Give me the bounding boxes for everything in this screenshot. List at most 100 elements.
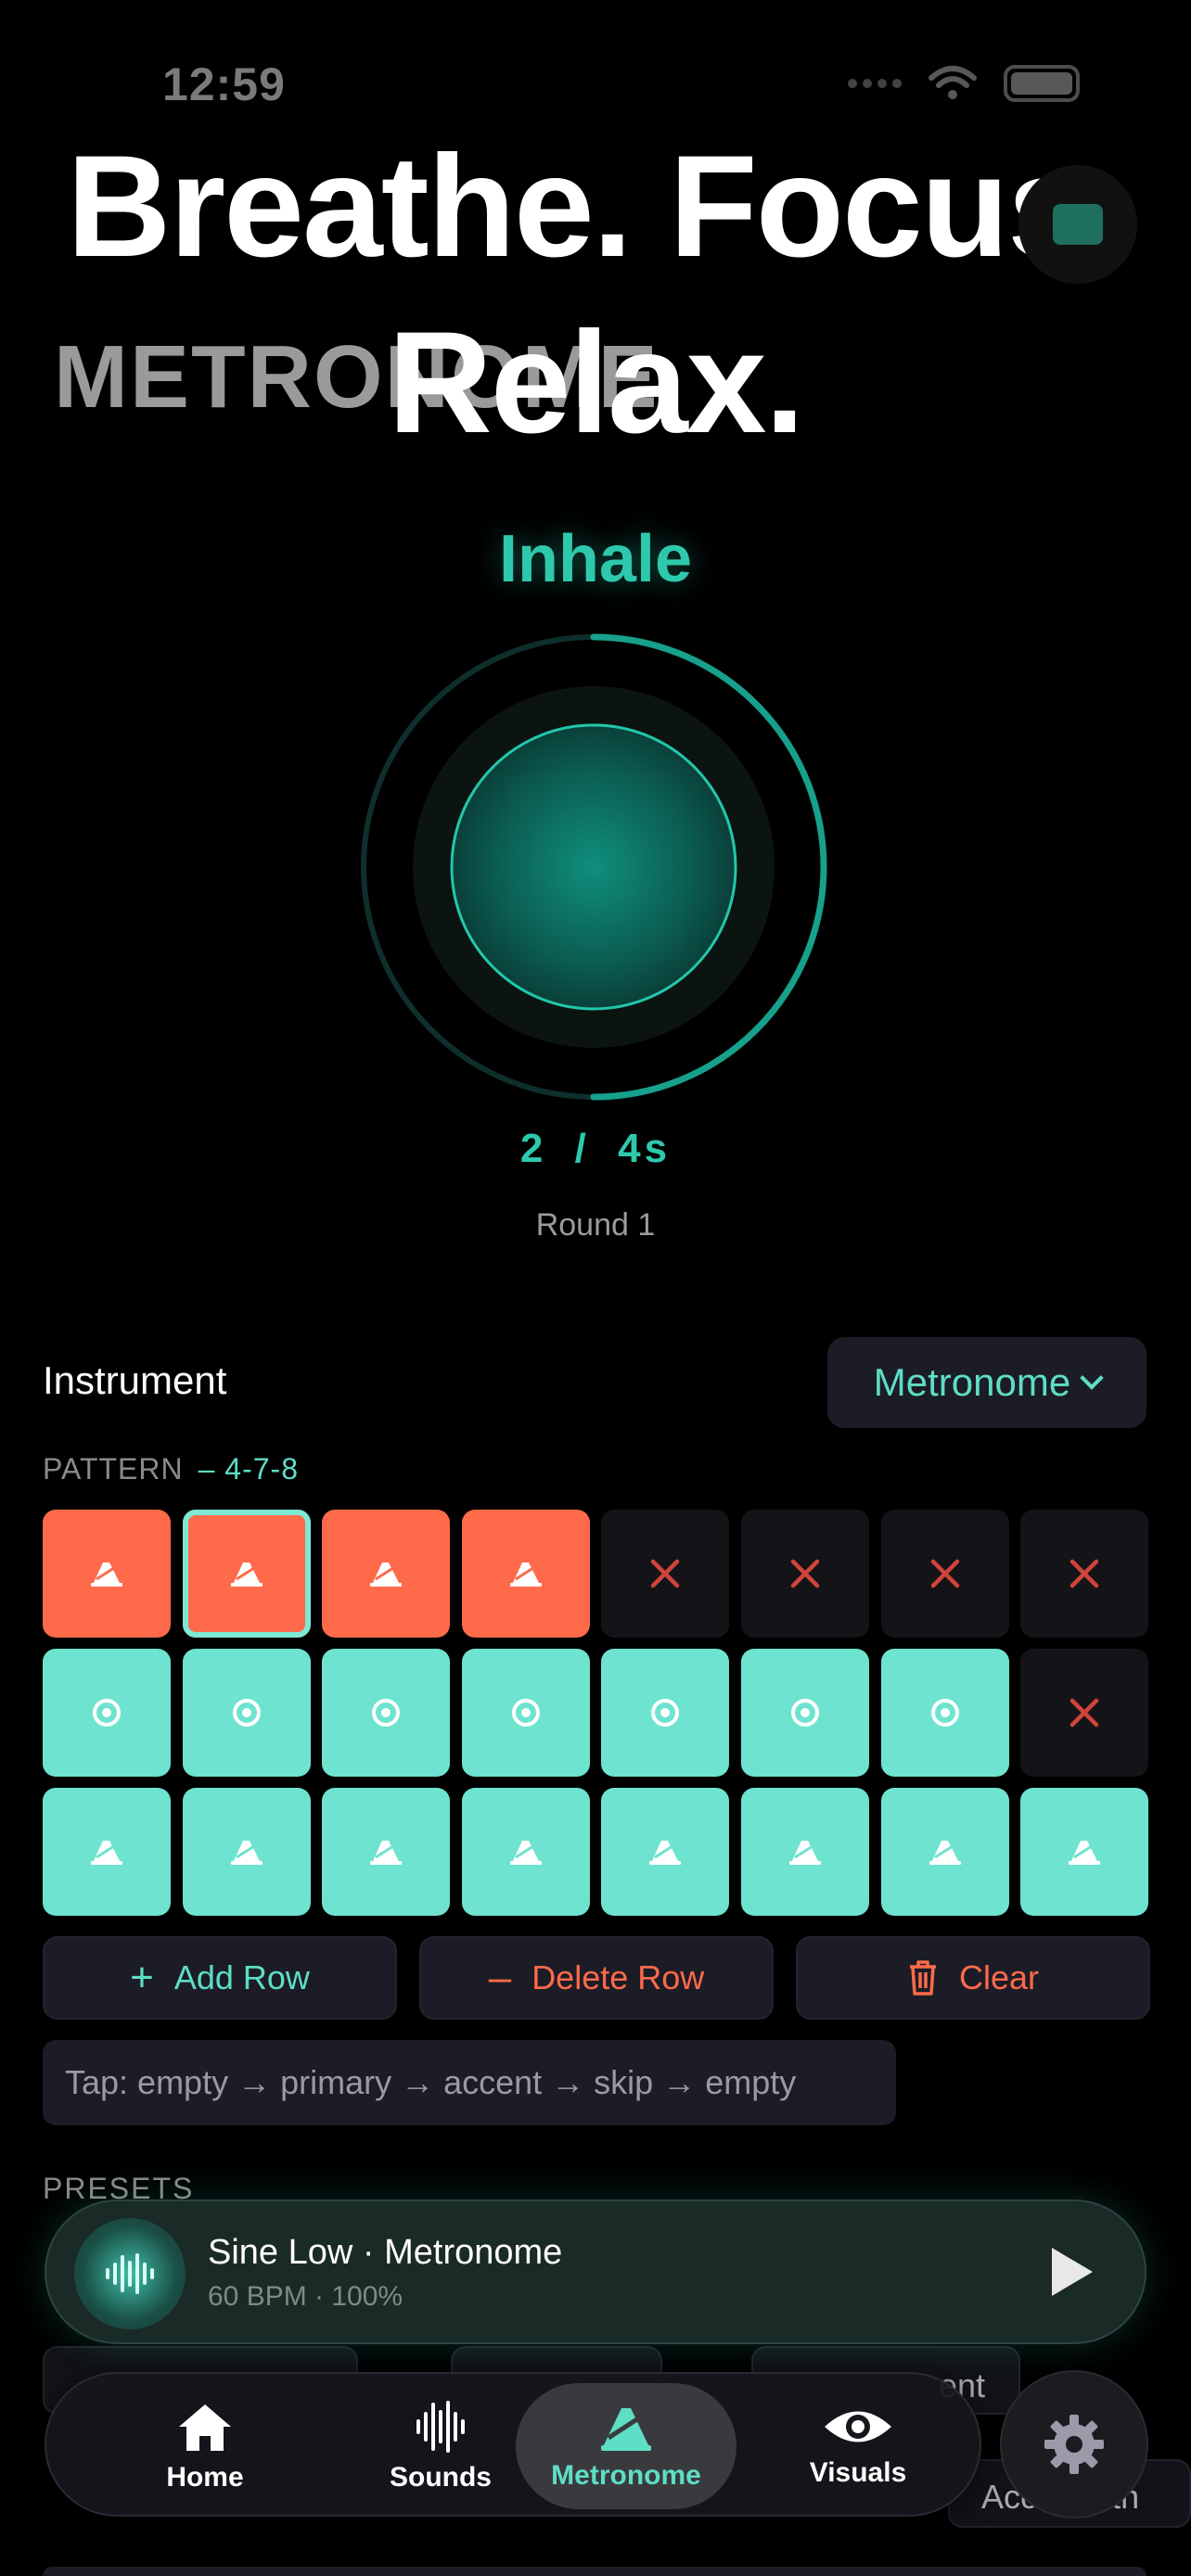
metronome-icon bbox=[368, 1559, 403, 1588]
pattern-cell[interactable] bbox=[43, 1788, 171, 1916]
close-icon bbox=[649, 1558, 681, 1589]
delete-row-button[interactable]: – Delete Row bbox=[419, 1936, 774, 2020]
tab-visuals[interactable]: Visuals bbox=[751, 2374, 965, 2519]
pattern-cell[interactable] bbox=[1020, 1788, 1149, 1916]
tab-visuals-label: Visuals bbox=[809, 2457, 907, 2488]
pattern-cell[interactable] bbox=[1020, 1649, 1149, 1777]
pattern-cell[interactable] bbox=[740, 1649, 869, 1777]
pattern-cell[interactable] bbox=[601, 1649, 730, 1777]
add-row-label: Add Row bbox=[173, 1958, 310, 1996]
minus-icon: – bbox=[488, 1955, 512, 2000]
pattern-hint: Tap: empty → primary → accent → skip → e… bbox=[43, 2040, 896, 2125]
target-icon bbox=[648, 1696, 682, 1729]
chevron-down-icon bbox=[1080, 1366, 1104, 1390]
metronome-icon bbox=[89, 1837, 124, 1867]
timer-duration: 4s bbox=[618, 1126, 672, 1171]
pattern-label-text: PATTERN bbox=[43, 1452, 184, 1486]
tab-metronome[interactable]: Metronome bbox=[516, 2383, 736, 2509]
instrument-select[interactable]: Metronome bbox=[827, 1337, 1146, 1428]
delete-row-label: Delete Row bbox=[531, 1958, 705, 1996]
pattern-cell[interactable] bbox=[182, 1649, 311, 1777]
now-playing-bar[interactable]: Sine Low · Metronome 60 BPM · 100% bbox=[45, 2200, 1146, 2344]
waveform-icon bbox=[416, 2401, 465, 2453]
pattern-cell[interactable] bbox=[1020, 1510, 1149, 1638]
metronome-icon bbox=[788, 1837, 823, 1867]
pattern-cell[interactable] bbox=[43, 1649, 171, 1777]
pattern-cell[interactable] bbox=[182, 1510, 311, 1638]
pattern-grid bbox=[43, 1510, 1149, 1916]
metronome-icon bbox=[368, 1837, 403, 1867]
breath-phase: Inhale bbox=[498, 522, 693, 596]
pattern-cell[interactable] bbox=[740, 1788, 869, 1916]
timer-elapsed: 2 bbox=[519, 1126, 547, 1171]
breath-timer: 2 / 4s bbox=[0, 1126, 1191, 1172]
settings-button[interactable] bbox=[1000, 2370, 1148, 2519]
pattern-cell[interactable] bbox=[461, 1649, 590, 1777]
breath-orb bbox=[450, 723, 737, 1011]
metronome-icon bbox=[229, 1559, 264, 1588]
target-icon bbox=[788, 1696, 822, 1729]
gear-icon bbox=[1044, 2415, 1104, 2474]
metronome-icon bbox=[508, 1837, 544, 1867]
pattern-cell[interactable] bbox=[182, 1788, 311, 1916]
tab-home[interactable]: Home bbox=[98, 2374, 312, 2519]
clear-button[interactable]: Clear bbox=[796, 1936, 1150, 2020]
tab-metronome-label: Metronome bbox=[551, 2460, 701, 2491]
pattern-cell[interactable] bbox=[880, 1788, 1009, 1916]
close-icon bbox=[789, 1558, 821, 1589]
tab-bar: Home Sounds Metronome Visuals bbox=[45, 2372, 981, 2517]
pattern-actions: + Add Row – Delete Row Clear bbox=[43, 1936, 1150, 2020]
metronome-icon bbox=[1067, 1837, 1102, 1867]
camera-button[interactable] bbox=[1018, 165, 1137, 284]
add-row-button[interactable]: + Add Row bbox=[43, 1936, 397, 2020]
tab-sounds-label: Sounds bbox=[390, 2462, 492, 2493]
close-icon bbox=[1069, 1697, 1100, 1728]
pattern-cell[interactable] bbox=[880, 1510, 1009, 1638]
metronome-icon bbox=[601, 2408, 651, 2451]
metronome-icon bbox=[508, 1559, 544, 1588]
eye-icon bbox=[825, 2411, 891, 2442]
pattern-cell[interactable] bbox=[322, 1649, 451, 1777]
now-playing-subtitle: 60 BPM · 100% bbox=[208, 2281, 403, 2312]
status-time: 12:59 bbox=[162, 58, 286, 110]
hero-line-1: Breathe. Focus. bbox=[66, 126, 1126, 287]
tab-home-label: Home bbox=[166, 2462, 244, 2493]
pattern-cell[interactable] bbox=[43, 1510, 171, 1638]
metronome-icon bbox=[647, 1837, 683, 1867]
target-icon bbox=[509, 1696, 543, 1729]
target-icon bbox=[90, 1696, 123, 1729]
camera-icon bbox=[1053, 204, 1103, 245]
instrument-label: Instrument bbox=[43, 1358, 227, 1402]
waveform-art-icon bbox=[74, 2218, 186, 2329]
metronome-icon bbox=[229, 1837, 264, 1867]
target-icon bbox=[230, 1696, 263, 1729]
hero-title: Breathe. Focus. Relax. bbox=[0, 119, 1191, 471]
pattern-label: PATTERN – 4-7-8 bbox=[43, 1452, 299, 1486]
pattern-cell[interactable] bbox=[461, 1510, 590, 1638]
pattern-cell[interactable] bbox=[740, 1510, 869, 1638]
pattern-cell[interactable] bbox=[880, 1649, 1009, 1777]
play-icon[interactable] bbox=[1052, 2248, 1093, 2296]
pattern-cell[interactable] bbox=[601, 1510, 730, 1638]
target-icon bbox=[928, 1696, 962, 1729]
timer-separator: / bbox=[574, 1126, 590, 1171]
close-icon bbox=[929, 1558, 961, 1589]
target-icon bbox=[369, 1696, 403, 1729]
wifi-icon bbox=[928, 66, 977, 99]
metronome-icon bbox=[928, 1837, 963, 1867]
home-icon bbox=[179, 2404, 231, 2451]
now-playing-title: Sine Low · Metronome bbox=[208, 2233, 563, 2272]
clear-label: Clear bbox=[958, 1958, 1040, 1996]
pattern-cell[interactable] bbox=[322, 1510, 451, 1638]
plus-icon: + bbox=[130, 1955, 154, 2000]
trash-icon bbox=[909, 1960, 936, 1996]
battery-icon bbox=[1004, 65, 1080, 102]
metronome-icon bbox=[89, 1559, 124, 1588]
pattern-cell[interactable] bbox=[601, 1788, 730, 1916]
cellular-icon bbox=[848, 79, 902, 88]
status-icons bbox=[848, 65, 1080, 102]
instrument-selected: Metronome bbox=[873, 1360, 1071, 1404]
pattern-cell[interactable] bbox=[322, 1788, 451, 1916]
close-icon bbox=[1069, 1558, 1100, 1589]
pattern-cell[interactable] bbox=[461, 1788, 590, 1916]
